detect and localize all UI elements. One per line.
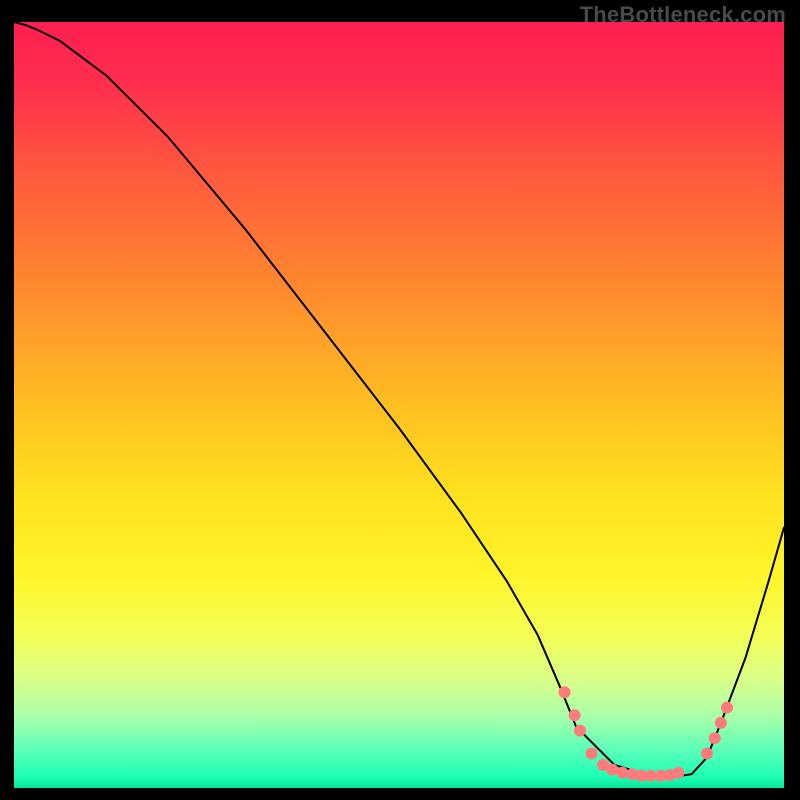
threshold-dot [616,767,628,779]
watermark-text: TheBottleneck.com [580,2,786,28]
chart-overlay [14,22,784,788]
threshold-dot [569,709,581,721]
threshold-dot [701,748,713,760]
threshold-dot [673,767,685,779]
threshold-dots [559,686,733,781]
bottleneck-curve [14,22,784,777]
chart-stage: TheBottleneck.com [0,0,800,800]
threshold-dot [721,702,733,714]
threshold-dot [709,732,721,744]
plot-area [14,22,784,788]
threshold-dot [586,748,598,760]
threshold-dot [559,686,571,698]
threshold-dot [574,725,586,737]
threshold-dot [715,717,727,729]
